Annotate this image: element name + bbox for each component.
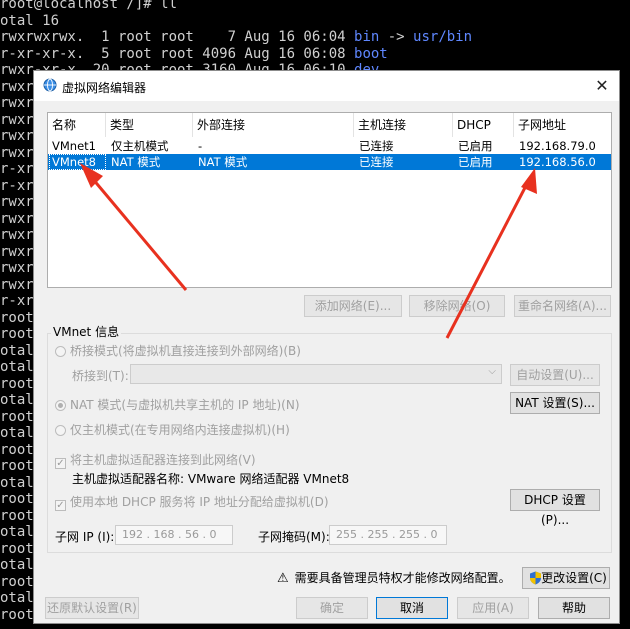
annotation-arrow-left [85, 171, 188, 291]
annotation-arrowhead-left [80, 163, 103, 188]
annotation-arrow-right [445, 177, 532, 339]
annotation-overlay [80, 163, 537, 339]
